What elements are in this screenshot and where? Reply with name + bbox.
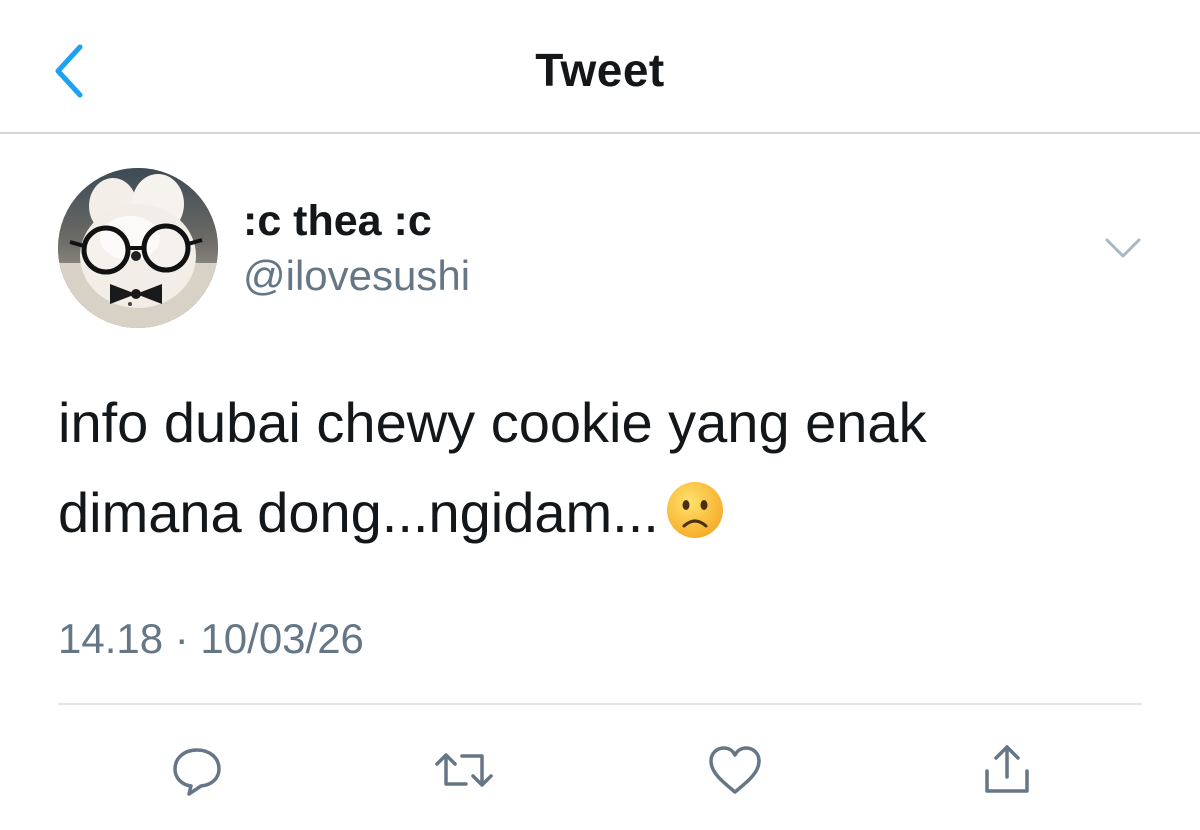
more-options-button[interactable] xyxy=(1100,228,1146,268)
like-button[interactable] xyxy=(703,738,767,802)
heart-icon xyxy=(709,746,761,794)
tweet-text-line-content: dimana dong...ngidam... xyxy=(58,481,659,544)
avatar-image xyxy=(58,168,218,328)
frowning-face-emoji xyxy=(665,476,725,566)
retweet-button[interactable] xyxy=(432,738,496,802)
tweet-detail-screen: Tweet:c thea:c @ilovesushi info dubai … xyxy=(0,0,1200,830)
reply-button[interactable] xyxy=(165,738,229,802)
share-button[interactable] xyxy=(975,738,1039,802)
chevron-down-icon xyxy=(1105,238,1141,258)
tweet-timestamp[interactable]: 14.18 · 10/03/26 xyxy=(58,615,364,663)
navigation-header: Tweet xyxy=(0,0,1200,134)
tweet-text: info dubai chewy cookie yang enak dimana… xyxy=(58,378,1158,566)
avatar[interactable] xyxy=(58,168,218,328)
divider xyxy=(58,703,1142,705)
author-handle[interactable]: @ilovesushi xyxy=(243,252,470,300)
author-display-name[interactable]: :c thea :c xyxy=(243,197,432,246)
reply-icon xyxy=(173,748,221,796)
share-icon xyxy=(985,745,1029,793)
tweet-text-line: dimana dong...ngidam... xyxy=(58,468,1158,566)
retweet-icon xyxy=(435,753,493,787)
tweet-text-line: info dubai chewy cookie yang enak xyxy=(58,391,927,454)
page-title: Tweet xyxy=(535,44,665,96)
